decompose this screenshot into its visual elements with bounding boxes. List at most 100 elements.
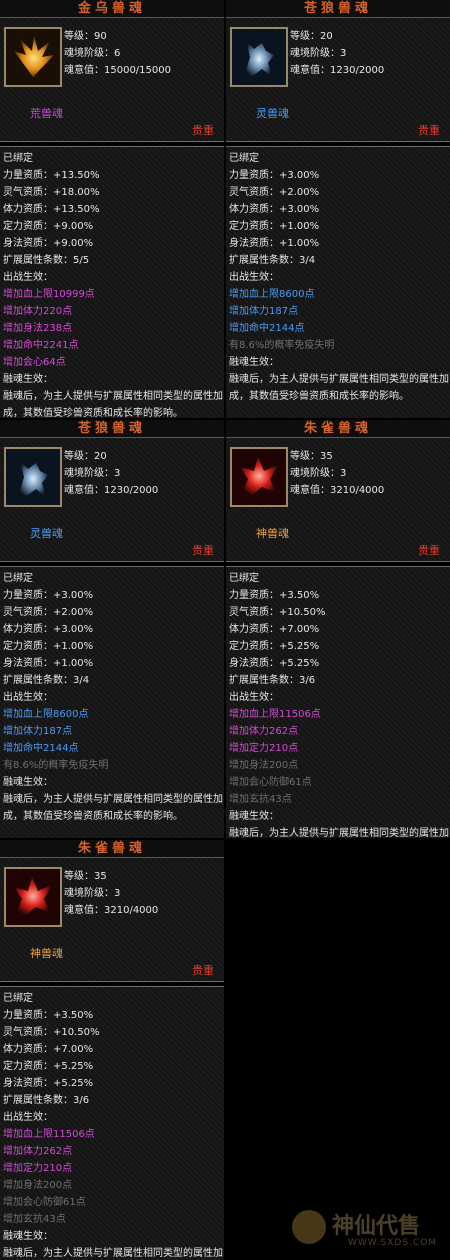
level-text: 等级：20 [290,31,333,42]
rarity-label: 贵重 [418,124,440,137]
ext-count: 扩展属性条数：5/5 [3,255,90,266]
stat-line: 灵气资质：+10.50% [229,607,326,618]
soul-type-label: 神兽魂 [256,527,289,540]
divider [0,981,224,987]
fuse-label: 融魂生效： [3,1231,53,1242]
stat-line: 体力资质：+3.00% [229,204,320,215]
battle-effect: 增加身法200点 [229,760,299,771]
ext-count: 扩展属性条数：3/6 [229,675,316,686]
battle-effect: 增加血上限11506点 [3,1129,95,1140]
stat-line: 灵气资质：+2.00% [3,607,94,618]
battle-effect: 增加体力262点 [3,1146,73,1157]
battle-effect: 增加定力210点 [229,743,299,754]
card-basic-info: 等级：35 魂境阶级：3 魂意值：3210/4000 [290,448,384,499]
golden-crow-icon[interactable] [4,27,62,87]
stat-line: 身法资质：+9.00% [3,238,94,249]
stat-line: 身法资质：+5.25% [229,658,320,669]
stat-line: 身法资质：+1.00% [229,238,320,249]
stat-line: 力量资质：+3.50% [3,1010,94,1021]
card-basic-info: 等级：20 魂境阶级：3 魂意值：1230/2000 [290,28,384,79]
stat-line: 身法资质：+1.00% [3,658,94,669]
card-title: 苍狼兽魂 [0,420,224,438]
gray-wolf-icon[interactable] [230,27,288,87]
ext-count: 扩展属性条数：3/4 [229,255,316,266]
stat-line: 力量资质：+3.00% [229,170,320,181]
soul-card-zhuque: 朱雀兽魂 等级：35 魂境阶级：3 魂意值：3210/4000 神兽魂 贵重 已… [0,840,224,1260]
battle-effect: 增加会心防御61点 [229,777,312,788]
stage-text: 魂境阶级：6 [64,48,121,59]
bound-status: 已绑定 [229,153,259,164]
battle-effect: 增加会心防御61点 [3,1197,86,1208]
battle-label: 出战生效： [3,692,53,703]
ext-count: 扩展属性条数：3/6 [3,1095,90,1106]
fuse-label: 融魂生效： [3,374,53,385]
rarity-label: 贵重 [192,124,214,137]
watermark-url: WWW.SXDS.COM [348,1238,438,1248]
battle-effect: 增加命中2144点 [3,743,79,754]
battle-effect: 增加定力210点 [3,1163,73,1174]
card-basic-info: 等级：20 魂境阶级：3 魂意值：1230/2000 [64,448,158,499]
stat-line: 体力资质：+7.00% [229,624,320,635]
battle-effect: 增加身法200点 [3,1180,73,1191]
soul-value-text: 魂意值：15000/15000 [64,65,171,76]
stage-text: 魂境阶级：3 [290,48,347,59]
battle-effect: 增加玄抗43点 [3,1214,66,1225]
soul-type-label: 荒兽魂 [30,107,63,120]
battle-label: 出战生效： [3,272,53,283]
rarity-label: 贵重 [192,544,214,557]
battle-effect: 增加血上限8600点 [3,709,89,720]
battle-effect: 增加命中2241点 [3,340,79,351]
battle-effect: 增加体力262点 [229,726,299,737]
battle-effect: 增加玄抗43点 [229,794,292,805]
battle-label: 出战生效： [229,272,279,283]
stat-line: 定力资质：+9.00% [3,221,94,232]
rarity-label: 贵重 [192,964,214,977]
battle-effect: 有8.6%的概率免疫失明 [3,760,109,771]
bound-status: 已绑定 [3,153,33,164]
attribute-list: 已绑定 力量资质：+3.50% 灵气资质：+10.50% 体力资质：+7.00%… [229,570,449,838]
stat-line: 力量资质：+3.50% [229,590,320,601]
battle-effect: 增加血上限10999点 [3,289,95,300]
battle-label: 出战生效： [3,1112,53,1123]
divider [226,141,450,147]
level-text: 等级：35 [290,451,333,462]
stat-line: 灵气资质：+18.00% [3,187,100,198]
stat-line: 定力资质：+1.00% [229,221,320,232]
bound-status: 已绑定 [229,573,259,584]
watermark-logo-icon [292,1210,326,1244]
card-title: 苍狼兽魂 [226,0,450,18]
stat-line: 定力资质：+1.00% [3,641,94,652]
level-text: 等级：20 [64,451,107,462]
soul-card-canglang: 苍狼兽魂 等级：20 魂境阶级：3 魂意值：1230/2000 灵兽魂 贵重 已… [0,420,224,838]
level-text: 等级：35 [64,871,107,882]
battle-effect: 增加体力220点 [3,306,73,317]
divider [0,141,224,147]
attribute-list: 已绑定 力量资质：+3.00% 灵气资质：+2.00% 体力资质：+3.00% … [229,150,449,405]
vermilion-bird-icon[interactable] [4,867,62,927]
gray-wolf-icon[interactable] [4,447,62,507]
battle-effect: 增加血上限8600点 [229,289,315,300]
stat-line: 体力资质：+13.50% [3,204,100,215]
rarity-label: 贵重 [418,544,440,557]
stat-line: 力量资质：+13.50% [3,170,100,181]
attribute-list: 已绑定 力量资质：+3.50% 灵气资质：+10.50% 体力资质：+7.00%… [3,990,223,1260]
stat-line: 体力资质：+7.00% [3,1044,94,1055]
card-title: 朱雀兽魂 [0,840,224,858]
fuse-description: 融魂后，为主人提供与扩展属性相同类型的属性加成，其数值受珍兽资质和成长率的影响。 [3,794,223,822]
battle-effect: 增加血上限11506点 [229,709,321,720]
card-basic-info: 等级：90 魂境阶级：6 魂意值：15000/15000 [64,28,171,79]
fuse-description: 融魂后，为主人提供与扩展属性相同类型的属性加成，其数值受珍兽资质和成长率的影响。 [229,374,449,402]
vermilion-bird-icon[interactable] [230,447,288,507]
soul-value-text: 魂意值：3210/4000 [290,485,385,496]
soul-value-text: 魂意值：1230/2000 [290,65,385,76]
bound-status: 已绑定 [3,993,33,1004]
divider [226,561,450,567]
stat-line: 体力资质：+3.00% [3,624,94,635]
battle-effect: 增加身法238点 [3,323,73,334]
battle-effect: 有8.6%的概率免疫失明 [229,340,335,351]
soul-value-text: 魂意值：1230/2000 [64,485,159,496]
fuse-label: 融魂生效： [3,777,53,788]
ext-count: 扩展属性条数：3/4 [3,675,90,686]
stage-text: 魂境阶级：3 [64,888,121,899]
soul-card-jinwu: 金乌兽魂 等级：90 魂境阶级：6 魂意值：15000/15000 荒兽魂 贵重… [0,0,224,418]
